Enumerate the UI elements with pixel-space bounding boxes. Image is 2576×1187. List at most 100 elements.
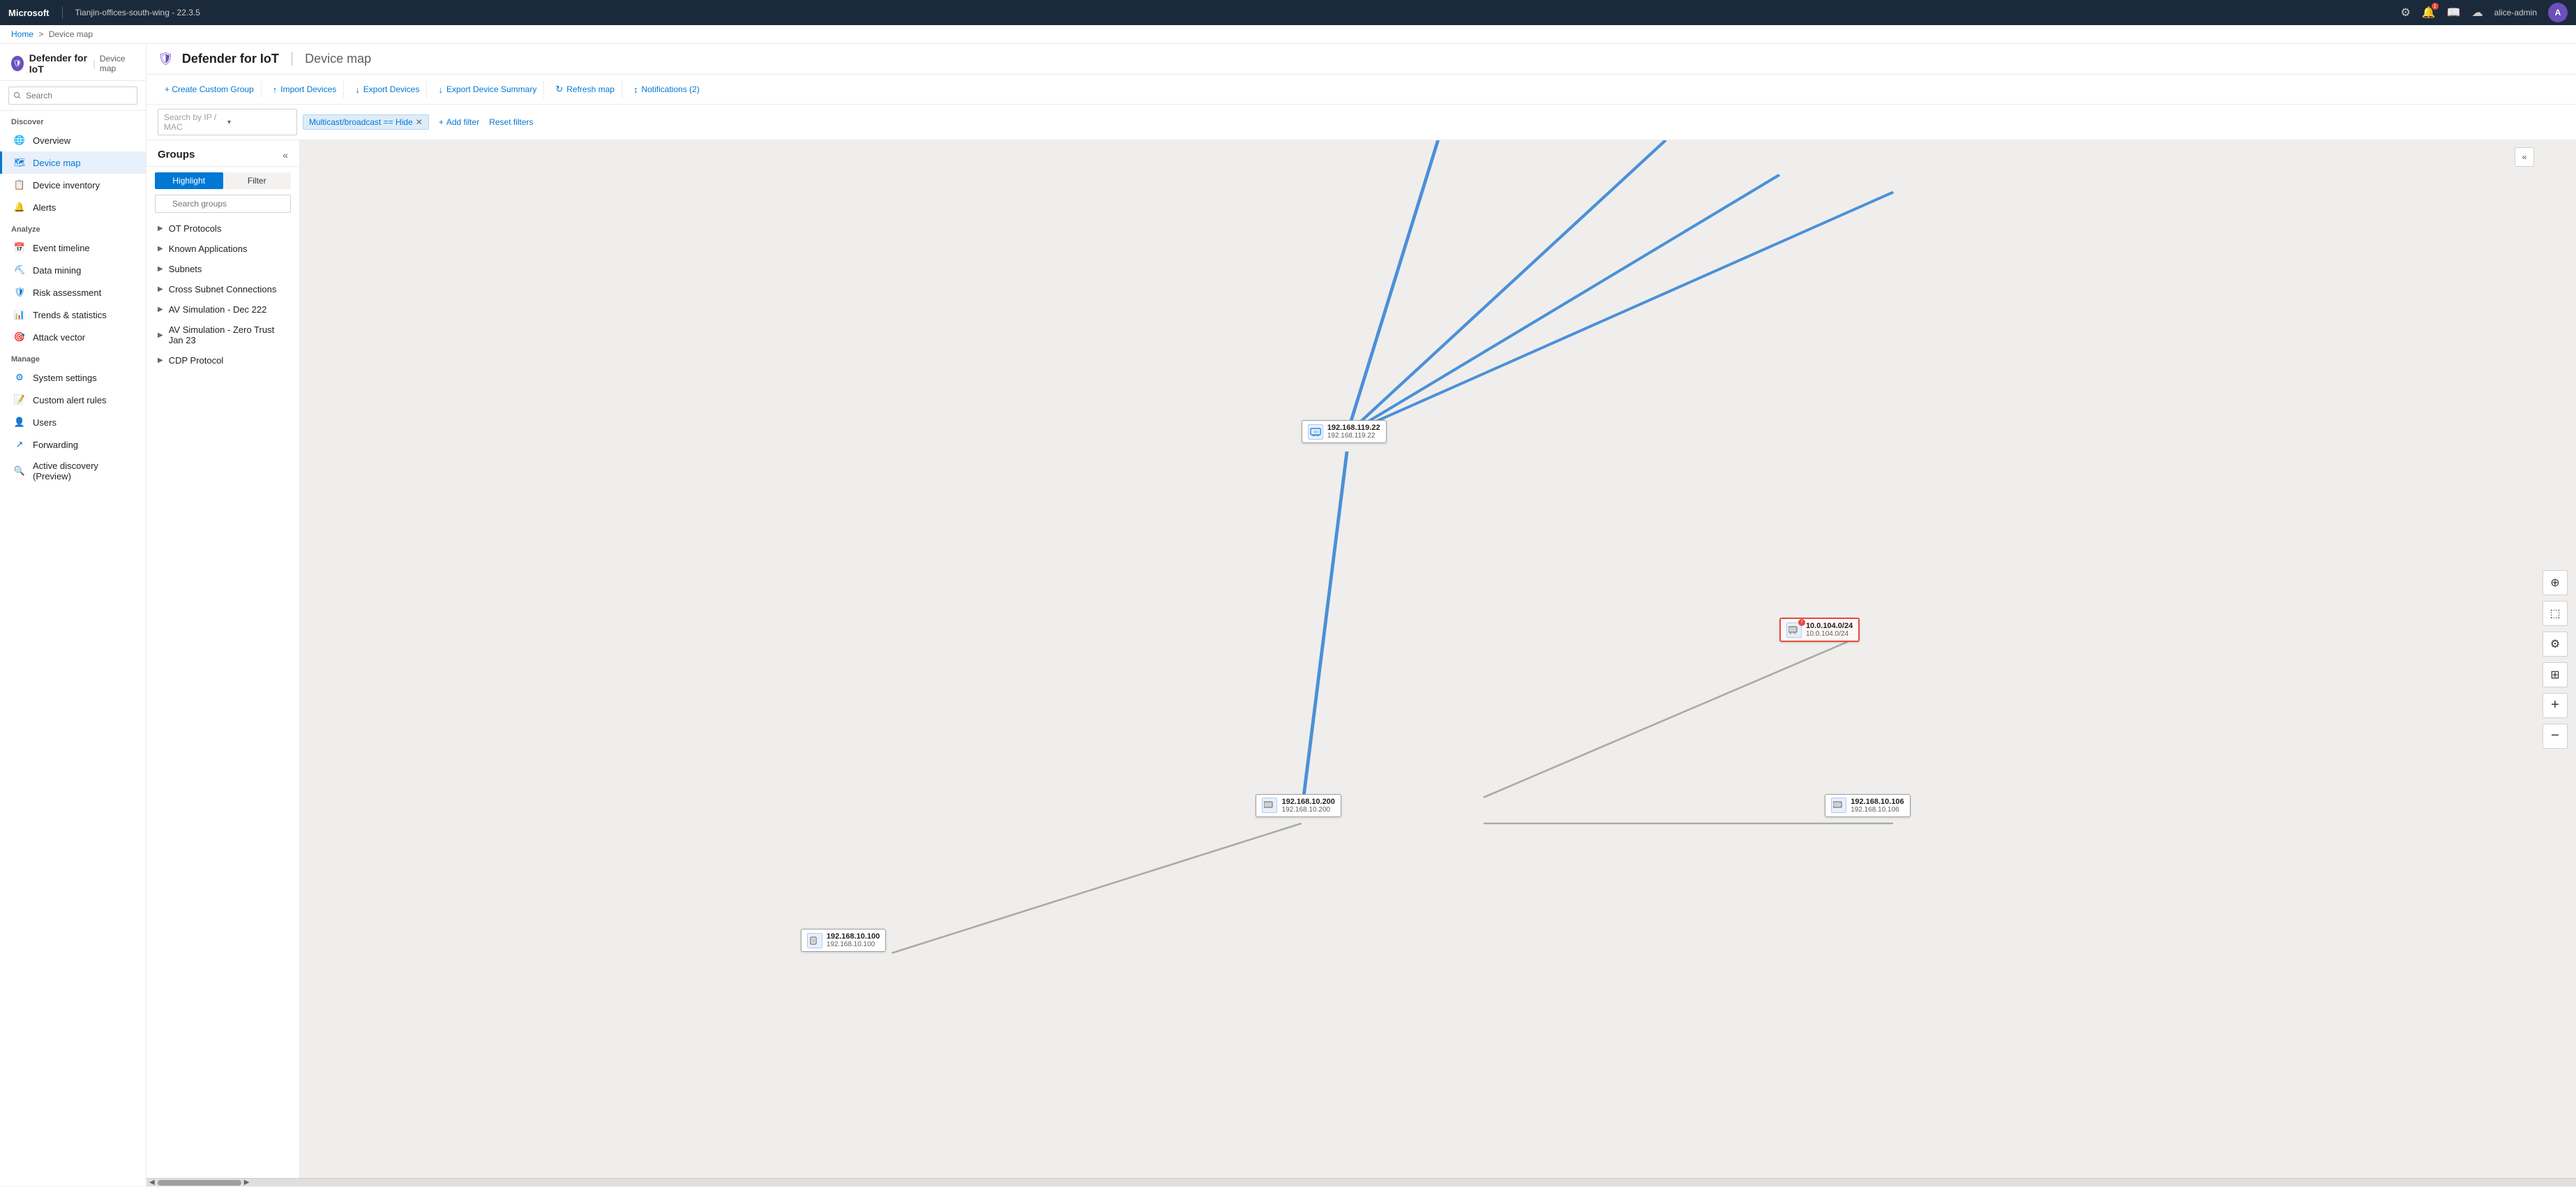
section-manage: Manage — [0, 348, 146, 366]
sidebar-item-alerts[interactable]: 🔔 Alerts — [0, 196, 146, 218]
nav-label-custom-alert-rules: Custom alert rules — [33, 395, 106, 405]
group-item-cross-subnet[interactable]: ▶ Cross Subnet Connections — [146, 279, 299, 299]
export-summary-icon: ↓ — [438, 84, 443, 95]
sidebar-item-custom-alert-rules[interactable]: 📝 Custom alert rules — [0, 389, 146, 411]
sidebar-item-risk-assessment[interactable]: 🛡 Risk assessment — [0, 281, 146, 304]
app-layout: 🛡 Defender for IoT | Device map « Discov… — [0, 44, 2576, 1186]
export-device-summary-button[interactable]: ↓ Export Device Summary — [431, 81, 544, 98]
scroll-left-icon[interactable]: ◀ — [149, 1179, 155, 1186]
crosshair-button[interactable]: ⊕ — [2543, 570, 2568, 595]
search-placeholder: Search by IP / MAC — [164, 112, 227, 132]
scroll-right-icon[interactable]: ▶ — [244, 1179, 250, 1186]
sidebar-item-trends-statistics[interactable]: 📊 Trends & statistics — [0, 304, 146, 326]
nav-label-active-discovery: Active discovery (Preview) — [33, 461, 135, 481]
sidebar-item-event-timeline[interactable]: 📅 Event timeline — [0, 237, 146, 259]
globe-icon: 🌐 — [13, 134, 26, 147]
group-label: Cross Subnet Connections — [169, 284, 277, 294]
filter-bar: Search by IP / MAC ▾ Multicast/broadcast… — [146, 105, 2576, 140]
filter-chip-remove-icon[interactable]: ✕ — [416, 117, 423, 127]
username-label: alice-admin — [2494, 8, 2537, 17]
node-ip-5: 192.168.10.100 — [827, 941, 880, 948]
sidebar-item-device-inventory[interactable]: 📋 Device inventory — [0, 174, 146, 196]
import-devices-button[interactable]: ↑ Import Devices — [266, 81, 345, 98]
sidebar: 🛡 Defender for IoT | Device map « Discov… — [0, 44, 146, 1186]
list-icon: 📋 — [13, 179, 26, 191]
sidebar-item-device-map[interactable]: 🗺 Device map — [0, 151, 146, 174]
attack-icon: 🎯 — [13, 331, 26, 343]
node-info-3: 192.168.10.200 192.168.10.200 — [1281, 798, 1334, 814]
sidebar-item-active-discovery[interactable]: 🔍 Active discovery (Preview) — [0, 456, 146, 486]
nav-label-system-settings: System settings — [33, 373, 97, 383]
ip-mac-search-dropdown[interactable]: Search by IP / MAC ▾ — [158, 109, 297, 135]
section-discover: Discover — [0, 111, 146, 129]
map-node-5[interactable]: 192.168.10.100 192.168.10.100 — [801, 929, 886, 952]
nav-label-trends-statistics: Trends & statistics — [33, 310, 107, 320]
node-device-icon-5 — [807, 933, 822, 948]
sidebar-item-overview[interactable]: 🌐 Overview — [0, 129, 146, 151]
map-node-2[interactable]: ! 10.0.104.0/24 10.0.104.0/24 — [1779, 618, 1860, 642]
sidebar-item-forwarding[interactable]: ↗ Forwarding — [0, 433, 146, 456]
sidebar-item-users[interactable]: 👤 Users — [0, 411, 146, 433]
group-item-known-applications[interactable]: ▶ Known Applications — [146, 239, 299, 259]
export-devices-button[interactable]: ↓ Export Devices — [348, 81, 427, 98]
tab-filter[interactable]: Filter — [223, 172, 292, 189]
group-item-av-zero-trust[interactable]: ▶ AV Simulation - Zero Trust Jan 23 — [146, 320, 299, 350]
node-device-icon-2: ! — [1786, 622, 1802, 638]
zoom-out-button[interactable]: − — [2543, 724, 2568, 749]
filter-chip-multicast: Multicast/broadcast == Hide ✕ — [303, 114, 429, 130]
content-area: 🛡 Defender for IoT | Device map + Create… — [146, 44, 2576, 1186]
create-custom-group-button[interactable]: + Create Custom Group — [158, 81, 262, 98]
map-svg — [300, 140, 2576, 1178]
cloud-icon[interactable]: ☁ — [2472, 6, 2483, 20]
tab-highlight[interactable]: Highlight — [155, 172, 223, 189]
system-settings-icon: ⚙ — [13, 371, 26, 384]
nav-label-risk-assessment: Risk assessment — [33, 288, 101, 298]
fit-view-button[interactable]: ⊞ — [2543, 662, 2568, 687]
collapse-map-panel-button[interactable]: « — [2515, 147, 2534, 167]
group-label: AV Simulation - Zero Trust Jan 23 — [169, 324, 288, 345]
notification-icon[interactable]: 🔔 1 — [2422, 6, 2436, 20]
refresh-map-button[interactable]: ↻ Refresh map — [548, 80, 622, 98]
notifications-button[interactable]: ↕ Notifications (2) — [626, 81, 707, 98]
avatar[interactable]: A — [2548, 3, 2568, 22]
map-settings-button[interactable]: ⚙ — [2543, 632, 2568, 657]
groups-search-input[interactable] — [155, 195, 291, 213]
map-node-3[interactable]: 192.168.10.200 192.168.10.200 — [1256, 794, 1341, 817]
group-item-ot-protocols[interactable]: ▶ OT Protocols — [146, 218, 299, 239]
map-controls: ⊕ ⬚ ⚙ ⊞ + − — [2543, 570, 2568, 749]
select-region-button[interactable]: ⬚ — [2543, 601, 2568, 626]
sidebar-item-system-settings[interactable]: ⚙ System settings — [0, 366, 146, 389]
groups-collapse-button[interactable]: « — [283, 149, 288, 160]
book-icon[interactable]: 📖 — [2447, 6, 2461, 20]
node-name-5: 192.168.10.100 — [827, 932, 880, 941]
group-arrow-icon: ▶ — [158, 285, 163, 293]
settings-icon[interactable]: ⚙ — [2400, 6, 2410, 20]
sidebar-item-data-mining[interactable]: ⛏ Data mining — [0, 259, 146, 281]
map-node-4[interactable]: 192.168.10.106 192.168.10.106 — [1825, 794, 1910, 817]
node-info-5: 192.168.10.100 192.168.10.100 — [827, 932, 880, 948]
page-header: 🛡 Defender for IoT | Device map — [146, 44, 2576, 75]
scrollbar-thumb[interactable] — [158, 1180, 241, 1186]
nav-label-users: Users — [33, 417, 57, 428]
zoom-in-button[interactable]: + — [2543, 693, 2568, 718]
breadcrumb-home[interactable]: Home — [11, 29, 33, 39]
dropdown-chevron-icon: ▾ — [227, 119, 291, 126]
sidebar-item-attack-vector[interactable]: 🎯 Attack vector — [0, 326, 146, 348]
page-title: Device map — [305, 52, 371, 66]
topbar-right: ⚙ 🔔 1 📖 ☁ alice-admin A — [2400, 3, 2568, 22]
page-logo-icon: 🛡 — [158, 52, 174, 66]
reset-filters-button[interactable]: Reset filters — [489, 117, 533, 127]
group-item-subnets[interactable]: ▶ Subnets — [146, 259, 299, 279]
map-node-1[interactable]: </> 192.168.119.22 192.168.119.22 — [1302, 420, 1387, 443]
nav-label-device-inventory: Device inventory — [33, 180, 100, 191]
nav-label-overview: Overview — [33, 135, 70, 146]
sidebar-search-input[interactable] — [8, 87, 137, 105]
add-filter-button[interactable]: + Add filter — [435, 114, 483, 130]
node-info-4: 192.168.10.106 192.168.10.106 — [1851, 798, 1904, 814]
group-item-av-dec[interactable]: ▶ AV Simulation - Dec 222 — [146, 299, 299, 320]
group-item-cdp-protocol[interactable]: ▶ CDP Protocol — [146, 350, 299, 371]
node-name-4: 192.168.10.106 — [1851, 798, 1904, 806]
node-info-1: 192.168.119.22 192.168.119.22 — [1327, 424, 1380, 440]
groups-header: Groups « — [146, 140, 299, 167]
group-arrow-icon: ▶ — [158, 225, 163, 232]
